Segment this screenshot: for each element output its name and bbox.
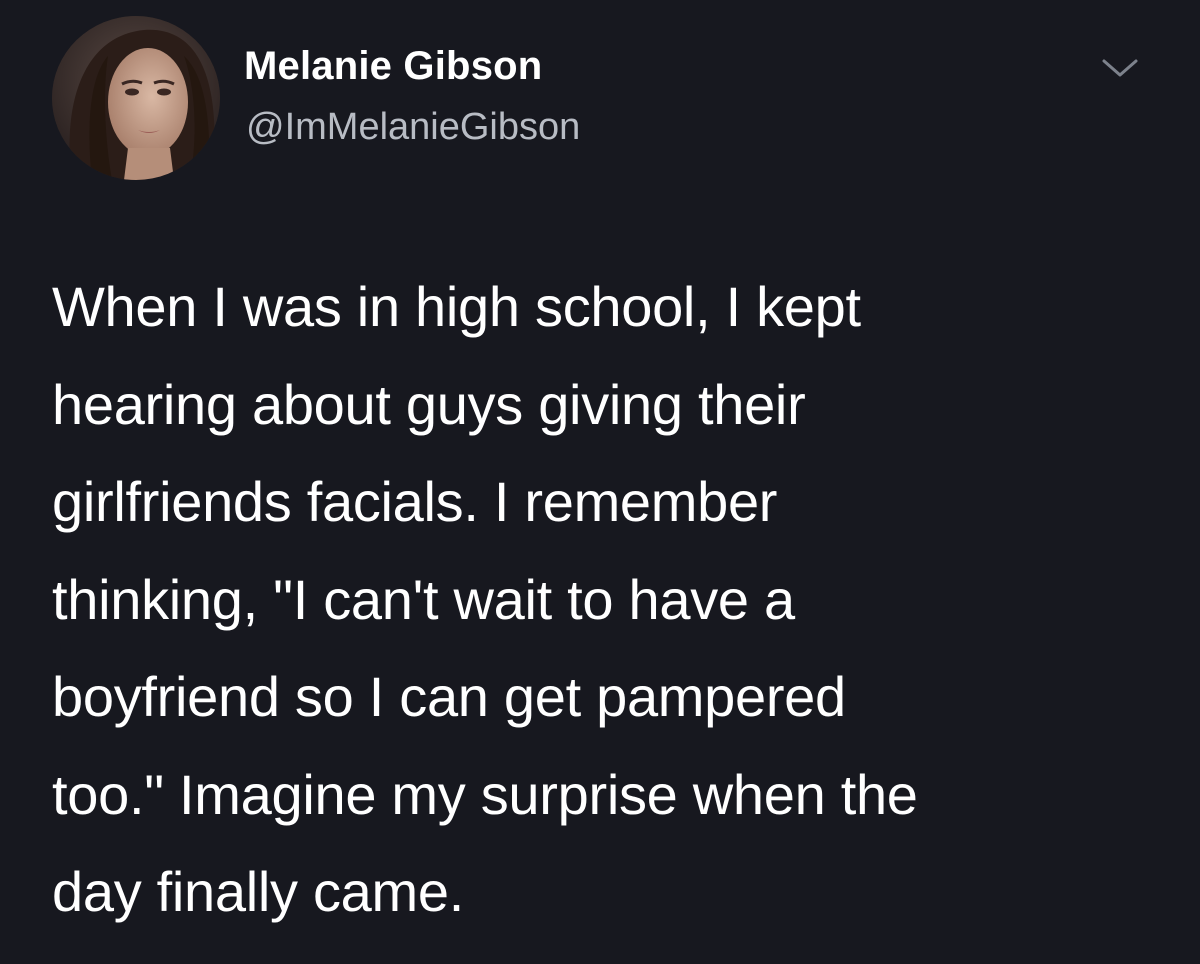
tweet-text-line: When I was in high school, I kept [52, 275, 861, 338]
user-handle[interactable]: @ImMelanieGibson [246, 106, 580, 149]
display-name[interactable]: Melanie Gibson [244, 44, 542, 89]
tweet-text: When I was in high school, I kept hearin… [52, 258, 1162, 941]
tweet-text-line: too." Imagine my surprise when the [52, 762, 918, 826]
tweet-text-line: day finally came. [52, 860, 464, 923]
chevron-down-icon [1102, 59, 1138, 77]
tweet-text-line: girlfriends facials. I remember [52, 470, 778, 533]
tweet-text-line: boyfriend so I can get pampered [52, 665, 846, 728]
tweet-text-line: thinking, "I can't wait to have a [52, 567, 795, 631]
tweet-card: Melanie Gibson @ImMelanieGibson When I w… [0, 0, 1200, 964]
profile-photo-icon [52, 16, 220, 180]
avatar[interactable] [52, 16, 220, 180]
tweet-menu-button[interactable] [1092, 50, 1148, 86]
tweet-text-line: hearing about guys giving their [52, 372, 806, 436]
